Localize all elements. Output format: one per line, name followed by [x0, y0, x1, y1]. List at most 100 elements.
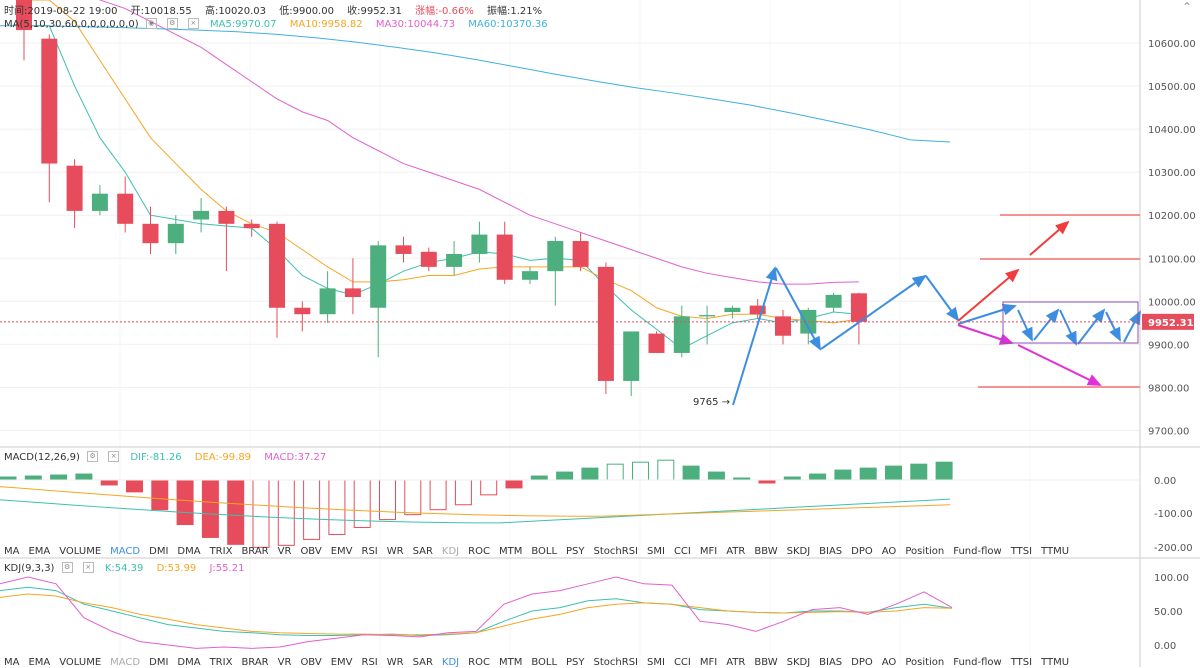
indicator-tab-smi[interactable]: SMI [647, 546, 665, 557]
close-icon[interactable]: × [108, 451, 120, 462]
indicator-tab-macd[interactable]: MACD [110, 657, 140, 668]
indicator-tab-mtm[interactable]: MTM [499, 546, 522, 557]
indicator-tab-fund-flow[interactable]: Fund-flow [953, 546, 1001, 557]
indicator-tab-roc[interactable]: ROC [468, 657, 490, 668]
macd-value: MACD:37.27 [264, 451, 327, 463]
indicator-tab-dmi[interactable]: DMI [149, 657, 168, 668]
indicator-tab-emv[interactable]: EMV [331, 546, 353, 557]
indicator-tab-ma[interactable]: MA [4, 546, 19, 557]
indicator-tab-obv[interactable]: OBV [300, 546, 321, 557]
indicator-tab-dma[interactable]: DMA [177, 546, 200, 557]
indicator-tab-bias[interactable]: BIAS [819, 546, 842, 557]
indicator-tab-cci[interactable]: CCI [674, 657, 691, 668]
candle-body [370, 245, 387, 308]
indicator-tab-ao[interactable]: AO [882, 546, 897, 557]
indicator-tab-brar[interactable]: BRAR [241, 657, 268, 668]
indicator-tab-volume[interactable]: VOLUME [59, 546, 101, 557]
indicator-tab-skdj[interactable]: SKDJ [787, 657, 811, 668]
indicator-tab-roc[interactable]: ROC [468, 546, 490, 557]
indicator-tabs-secondary[interactable]: MA EMA VOLUME MACD DMI DMA TRIX BRAR VR OBV EMV RSI… [4, 657, 1078, 668]
candlestick-series[interactable] [16, 0, 867, 397]
indicator-tab-dpo[interactable]: DPO [851, 657, 873, 668]
zigzag-arrow [1059, 309, 1077, 346]
macd-legend: MACD(12,26,9) ⚙ × DIF:-81.26 DEA:-99.89 M… [4, 451, 336, 463]
indicator-tab-emv[interactable]: EMV [331, 657, 353, 668]
macd-histogram-bar [303, 479, 321, 540]
macd-axis-label: -200.00 [1154, 543, 1193, 554]
macd-histogram-bar [606, 463, 624, 481]
indicator-tab-bias[interactable]: BIAS [819, 657, 842, 668]
settings-icon[interactable]: ⚙ [87, 451, 99, 462]
macd-histogram-bar [530, 475, 548, 481]
current-price-tag: 9952.31 [1148, 318, 1194, 329]
indicator-tab-atr[interactable]: ATR [726, 657, 745, 668]
indicator-tab-vr[interactable]: VR [278, 546, 292, 557]
indicator-tab-ttsi[interactable]: TTSI [1011, 657, 1032, 668]
indicator-tab-boll[interactable]: BOLL [531, 546, 557, 557]
indicator-tab-mfi[interactable]: MFI [700, 657, 717, 668]
indicator-tabs-primary[interactable]: MA EMA VOLUME MACD DMI DMA TRIX BRAR VR OBV EMV RSI… [4, 546, 1078, 557]
candle-body [41, 38, 58, 164]
macd-histogram-bar [935, 461, 953, 481]
indicator-tab-obv[interactable]: OBV [300, 657, 321, 668]
indicator-tab-wr[interactable]: WR [387, 546, 404, 557]
indicator-tab-trix[interactable]: TRIX [210, 657, 233, 668]
indicator-tab-ma[interactable]: MA [4, 657, 19, 668]
settings-icon[interactable]: ⚙ [166, 18, 178, 29]
indicator-tab-dpo[interactable]: DPO [851, 546, 873, 557]
indicator-tab-ema[interactable]: EMA [28, 657, 50, 668]
indicator-tab-boll[interactable]: BOLL [531, 657, 557, 668]
indicator-tab-bbw[interactable]: BBW [754, 546, 777, 557]
indicator-tab-mtm[interactable]: MTM [499, 657, 522, 668]
indicator-tab-volume[interactable]: VOLUME [59, 657, 101, 668]
indicator-tab-trix[interactable]: TRIX [210, 546, 233, 557]
indicator-tab-macd[interactable]: MACD [110, 546, 140, 557]
indicator-tab-ttsi[interactable]: TTSI [1011, 546, 1032, 557]
eye-icon[interactable]: ◉ [145, 18, 157, 29]
candle-body [319, 288, 336, 315]
indicator-tab-ttmu[interactable]: TTMU [1041, 657, 1069, 668]
indicator-tab-kdj[interactable]: KDJ [442, 657, 459, 668]
indicator-tab-bbw[interactable]: BBW [754, 657, 777, 668]
macd-histogram-bar [657, 459, 675, 481]
close-icon[interactable]: × [187, 18, 199, 29]
indicator-tab-psy[interactable]: PSY [566, 546, 585, 557]
macd-histogram-bar [50, 474, 68, 481]
kdj-axis-label: 0.00 [1154, 641, 1176, 652]
macd-pane: 0.00 -100.00 -200.00 [0, 459, 1193, 554]
settings-icon[interactable]: ⚙ [61, 562, 73, 573]
indicator-tab-rsi[interactable]: RSI [362, 546, 378, 557]
close-icon[interactable]: × [82, 562, 94, 573]
indicator-tab-vr[interactable]: VR [278, 657, 292, 668]
indicator-tab-cci[interactable]: CCI [674, 546, 691, 557]
indicator-tab-wr[interactable]: WR [387, 657, 404, 668]
indicator-tab-ema[interactable]: EMA [28, 546, 50, 557]
arrow-up-red [957, 268, 1020, 322]
indicator-tab-brar[interactable]: BRAR [241, 546, 268, 557]
pane-close-icon[interactable]: ⌃ [1182, 0, 1192, 14]
indicator-tab-dma[interactable]: DMA [177, 657, 200, 668]
indicator-tab-stochrsi[interactable]: StochRSI [594, 546, 638, 557]
indicator-tab-rsi[interactable]: RSI [362, 657, 378, 668]
indicator-tab-dmi[interactable]: DMI [149, 546, 168, 557]
arrow-down-blue [925, 275, 960, 322]
candle-body [344, 288, 361, 297]
indicator-tab-sar[interactable]: SAR [413, 546, 433, 557]
indicator-tab-kdj[interactable]: KDJ [442, 546, 459, 557]
indicator-tab-atr[interactable]: ATR [726, 546, 745, 557]
indicator-tab-stochrsi[interactable]: StochRSI [594, 657, 638, 668]
candle-body [167, 223, 184, 244]
indicator-tab-position[interactable]: Position [905, 546, 944, 557]
indicator-tab-ao[interactable]: AO [882, 657, 897, 668]
indicator-tab-fund-flow[interactable]: Fund-flow [953, 657, 1001, 668]
indicator-tab-sar[interactable]: SAR [413, 657, 433, 668]
indicator-tab-smi[interactable]: SMI [647, 657, 665, 668]
zigzag-arrow [1105, 311, 1121, 342]
macd-histogram-bar [151, 479, 169, 511]
indicator-tab-skdj[interactable]: SKDJ [787, 546, 811, 557]
indicator-tab-ttmu[interactable]: TTMU [1041, 546, 1069, 557]
user-drawings[interactable] [0, 214, 1141, 406]
indicator-tab-position[interactable]: Position [905, 657, 944, 668]
indicator-tab-mfi[interactable]: MFI [700, 546, 717, 557]
indicator-tab-psy[interactable]: PSY [566, 657, 585, 668]
